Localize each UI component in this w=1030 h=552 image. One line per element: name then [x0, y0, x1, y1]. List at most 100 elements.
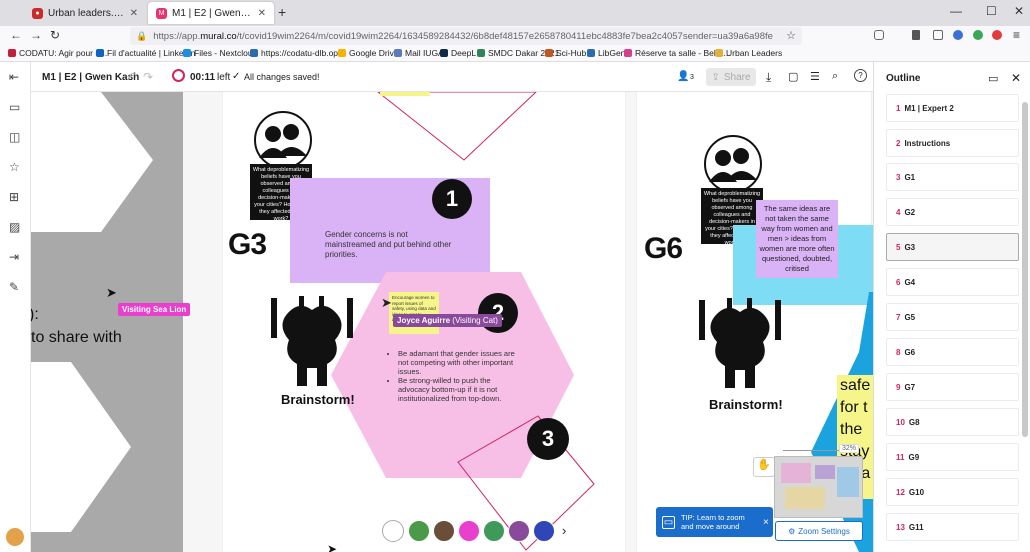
- bookmark-item[interactable]: Files - Nextcloud: [183, 48, 257, 58]
- outline-item-2[interactable]: 2 Instructions: [886, 129, 1019, 157]
- monitor-icon: ▭: [662, 515, 675, 529]
- sidebar-icon[interactable]: [933, 30, 943, 40]
- bookmark-item[interactable]: Sci-Hub: [545, 48, 586, 58]
- participant-avatar[interactable]: [508, 520, 530, 542]
- participant-avatar[interactable]: [433, 520, 455, 542]
- yellow-line: safe: [840, 377, 871, 394]
- extension-abp-icon[interactable]: [992, 30, 1002, 40]
- image-icon[interactable]: ▨: [9, 220, 20, 234]
- close-tab-icon[interactable]: ✕: [130, 8, 138, 19]
- share-button[interactable]: ⇪ Share: [706, 68, 756, 86]
- close-tab-icon[interactable]: ✕: [258, 8, 266, 19]
- left-tool-rail: ⇤ ▭ ◫ ☆ ⊞ ▨ ⇥ ✎: [0, 62, 31, 552]
- bookmark-item[interactable]: LibGen: [587, 48, 625, 58]
- minimap[interactable]: [774, 456, 863, 518]
- comment-icon[interactable]: ▢: [788, 70, 798, 83]
- outline-item-12[interactable]: 12 G10: [886, 478, 1019, 506]
- outline-number: 5: [896, 242, 901, 252]
- reaction-emoji-icon[interactable]: [382, 520, 404, 542]
- outline-item-11[interactable]: 11 G9: [886, 443, 1019, 471]
- bookmark-item[interactable]: Urban Leaders: [715, 48, 782, 58]
- browser-tab-bar: ● Urban leaders. Global Program ✕ M M1 |…: [0, 0, 1030, 26]
- reload-icon[interactable]: ↻: [50, 28, 60, 42]
- forward-icon[interactable]: →: [30, 28, 42, 42]
- participants-icon[interactable]: 👤: [677, 71, 689, 82]
- help-icon[interactable]: ?: [854, 69, 867, 82]
- outline-item-5[interactable]: 5 G3: [886, 233, 1019, 261]
- pen-icon[interactable]: ✎: [9, 280, 19, 294]
- menu-icon[interactable]: ≡: [1013, 28, 1020, 42]
- outline-item-4[interactable]: 4 G2: [886, 198, 1019, 226]
- maximize-icon[interactable]: ☐: [986, 4, 997, 18]
- undo-icon[interactable]: ↶: [127, 70, 137, 84]
- mural-title[interactable]: M1 | E2 | Gwen Kash: [42, 72, 139, 83]
- timer-value: 00:11: [190, 72, 216, 83]
- download-icon[interactable]: ⤓: [766, 70, 771, 85]
- extension-green-icon[interactable]: [973, 30, 983, 40]
- zoom-slider[interactable]: [783, 450, 843, 451]
- close-window-icon[interactable]: ✕: [1014, 4, 1024, 18]
- back-icon[interactable]: ←: [10, 28, 22, 42]
- outline-item-6[interactable]: 6 G4: [886, 268, 1019, 296]
- participant-avatar[interactable]: [483, 520, 505, 542]
- mural-canvas[interactable]: ): to share with What deproblematizing b…: [31, 92, 873, 552]
- bookmark-item[interactable]: https://codatu-dlb.op...: [250, 48, 345, 58]
- library-icon[interactable]: [912, 30, 920, 40]
- redo-icon[interactable]: ↷: [143, 70, 153, 84]
- sticky-note-icon[interactable]: ▭: [9, 100, 20, 114]
- bookmark-item[interactable]: Mail IUGA: [394, 48, 444, 58]
- bookmark-label: Mail IUGA: [405, 48, 444, 58]
- left-partial-text: to share with: [31, 329, 122, 346]
- bookmark-star-icon[interactable]: ☆: [786, 29, 796, 42]
- close-tip-icon[interactable]: ×: [763, 517, 769, 528]
- new-tab-icon[interactable]: +: [278, 4, 286, 20]
- url-path: /t/covid19wim2264/m/covid19wim2264/16345…: [236, 30, 774, 42]
- user-avatar[interactable]: [6, 528, 24, 546]
- outline-number: 8: [896, 347, 901, 357]
- mail-icon: [394, 49, 402, 57]
- page-icon: [250, 49, 258, 57]
- bookmark-item[interactable]: DeepL: [440, 48, 476, 58]
- bookmark-item[interactable]: CODATU: Agir pour u...: [8, 48, 107, 58]
- frames-icon[interactable]: ⊞: [9, 190, 19, 204]
- tip-text: TIP: Learn to zoom and move around: [681, 513, 745, 531]
- outline-item-3[interactable]: 3 G1: [886, 163, 1019, 191]
- participant-avatar[interactable]: [408, 520, 430, 542]
- star-icon[interactable]: ☆: [9, 160, 20, 174]
- cursor-label-sea-lion: Visiting Sea Lion: [118, 303, 191, 316]
- shapes-icon[interactable]: ◫: [9, 130, 20, 144]
- mouse-pointer-icon: ➤: [381, 295, 392, 310]
- outline-item-7[interactable]: 7 G5: [886, 303, 1019, 331]
- present-icon[interactable]: ▭: [988, 72, 998, 85]
- search-icon[interactable]: ⌕: [832, 70, 838, 83]
- participant-avatar[interactable]: [533, 520, 555, 542]
- extension-shield-icon[interactable]: [953, 30, 963, 40]
- outline-item-10[interactable]: 10 G8: [886, 408, 1019, 436]
- outline-number: 12: [896, 487, 905, 497]
- timer-icon[interactable]: [172, 69, 185, 82]
- browser-tab-mural[interactable]: M M1 | E2 | Gwen Kash • Despacio ✕: [148, 2, 274, 24]
- url-bar[interactable]: 🔒 https://app.mural.co/t/covid19wim2264/…: [130, 27, 802, 45]
- outline-item-1[interactable]: 1 M1 | Expert 2: [886, 94, 1019, 122]
- zoom-settings-button[interactable]: ⚙ Zoom Settings: [775, 521, 863, 541]
- outline-scrollbar[interactable]: [1022, 102, 1028, 437]
- outline-label: G5: [904, 312, 916, 322]
- exit-icon[interactable]: ⇤: [9, 70, 19, 84]
- g6-purple-sticky[interactable]: The same ideas are not taken the same wa…: [756, 200, 838, 278]
- outline-item-13[interactable]: 13 G11: [886, 513, 1019, 541]
- pocket-icon[interactable]: [874, 30, 884, 40]
- participant-avatar[interactable]: [458, 520, 480, 542]
- chevron-right-icon[interactable]: ›: [562, 523, 566, 538]
- yellow-sticky[interactable]: Encourage women to report issues of safe…: [389, 292, 439, 334]
- hand-tool-icon[interactable]: ✋: [753, 457, 775, 477]
- import-icon[interactable]: ⇥: [9, 250, 19, 264]
- group-title-g3: G3: [228, 228, 267, 261]
- close-icon[interactable]: ✕: [1011, 71, 1021, 85]
- summary-icon[interactable]: ☰: [810, 70, 820, 83]
- outline-item-8[interactable]: 8 G6: [886, 338, 1019, 366]
- browser-tab-urban-leaders[interactable]: ● Urban leaders. Global Program ✕: [24, 2, 146, 24]
- bookmark-item[interactable]: Fil d'actualité | LinkedIn: [96, 48, 195, 58]
- bookmark-item[interactable]: Google Drive: [338, 48, 399, 58]
- outline-item-9[interactable]: 9 G7: [886, 373, 1019, 401]
- minimize-icon[interactable]: —: [950, 4, 962, 18]
